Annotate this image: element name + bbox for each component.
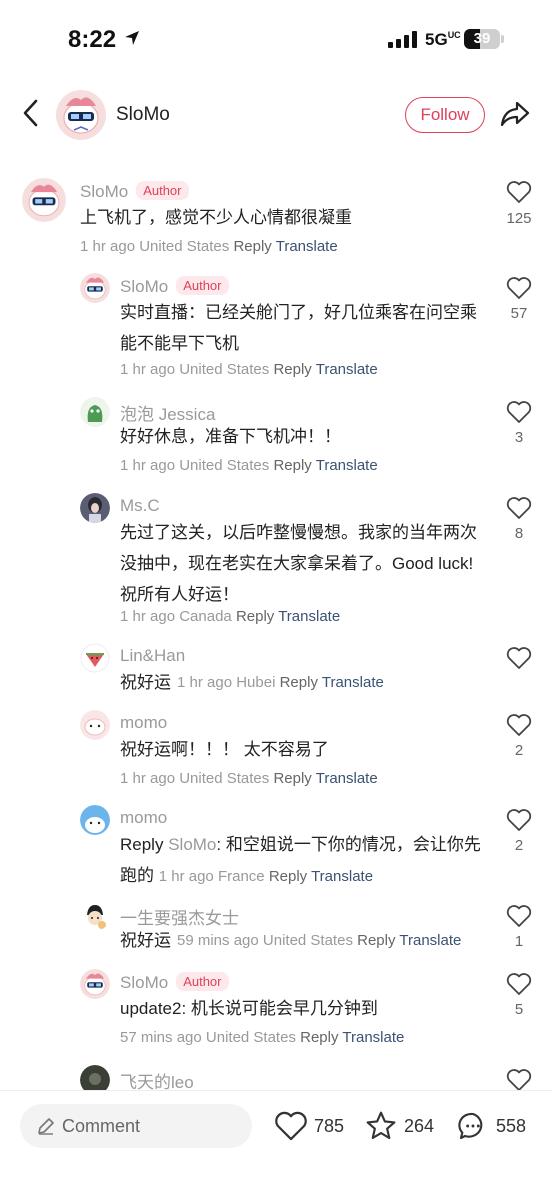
pen-icon (38, 1118, 54, 1135)
status-bar: 8:22 5GUC 39 (0, 0, 552, 80)
avatar[interactable] (80, 969, 110, 999)
heart-icon (275, 1111, 307, 1141)
comment-text: 实时直播：已经关舱门了，好几位乘客在问空乘能不能早下飞机 (120, 303, 477, 353)
heart-icon[interactable] (506, 646, 532, 670)
like-count: 1 (514, 933, 524, 950)
reply-link[interactable]: Reply (233, 238, 271, 255)
comment-total: 558 (496, 1115, 527, 1136)
heart-icon[interactable] (506, 904, 532, 928)
translate-link[interactable]: Translate (276, 238, 338, 255)
like-count: 2 (514, 742, 524, 759)
signal-icon (388, 31, 417, 48)
heart-icon[interactable] (506, 400, 532, 424)
star-icon (366, 1111, 396, 1140)
comment-text: 祝好运 (120, 673, 171, 692)
translate-link[interactable]: Translate (316, 361, 378, 378)
reply-link[interactable]: Reply (273, 770, 311, 787)
comment-meta: 1 hr ago United States Reply Translate (120, 361, 378, 378)
comment-meta: 1 hr ago United States Reply Translate (80, 238, 338, 255)
translate-link[interactable]: Translate (322, 674, 384, 691)
comment-text: 祝好运 (120, 931, 171, 950)
like-count: 3 (514, 429, 524, 446)
translate-link[interactable]: Translate (311, 868, 373, 885)
translate-link[interactable]: Translate (399, 932, 461, 949)
comment-author[interactable]: SloMo Author (80, 181, 189, 202)
avatar[interactable] (80, 493, 110, 523)
avatar[interactable] (80, 901, 110, 931)
author-badge: Author (176, 972, 229, 991)
comment-meta: 1 hr ago Canada Reply Translate (120, 608, 341, 625)
reply-link[interactable]: Reply (280, 674, 318, 691)
avatar[interactable] (80, 273, 110, 303)
comment-text: 好好休息，准备下飞机冲！！ (120, 427, 341, 446)
author-name[interactable]: SloMo (116, 104, 170, 126)
heart-icon[interactable] (506, 1068, 532, 1092)
bottom-bar: Comment 785 264 558 (0, 1090, 552, 1200)
location-arrow-icon (125, 31, 139, 45)
comment-text: update2: 机长说可能会早几分钟到 (120, 999, 378, 1018)
avatar[interactable] (80, 397, 110, 427)
reply-link[interactable]: Reply (273, 361, 311, 378)
comment-author[interactable]: SloMo Author (120, 972, 229, 993)
author-avatar[interactable] (56, 90, 106, 140)
comment-author[interactable]: momo (120, 713, 167, 733)
comment-meta: 1 hr ago Hubei Reply Translate (177, 674, 384, 691)
comment-text: 先过了这关，以后咋整慢慢想。我家的当年两次没抽中，现在老实在大家拿呆着了。Goo… (120, 523, 477, 604)
reply-link[interactable]: Reply (269, 868, 307, 885)
comment-placeholder: Comment (62, 1116, 141, 1136)
comment-author[interactable]: Lin&Han (120, 646, 185, 666)
heart-icon[interactable] (506, 713, 532, 737)
comment-meta: 1 hr ago United States Reply Translate (120, 770, 378, 787)
reply-link[interactable]: Reply (273, 457, 311, 474)
avatar[interactable] (80, 643, 110, 673)
like-count: 57 (510, 305, 528, 322)
comment-author[interactable]: momo (120, 808, 167, 828)
like-count: 5 (514, 1001, 524, 1018)
comment-meta: 1 hr ago United States Reply Translate (120, 457, 378, 474)
reply-link[interactable]: Reply (300, 1029, 338, 1046)
avatar[interactable] (80, 710, 110, 740)
heart-icon[interactable] (506, 808, 532, 832)
avatar[interactable] (80, 805, 110, 835)
share-icon[interactable] (500, 100, 530, 128)
network-label: 5GUC (425, 30, 461, 49)
heart-icon[interactable] (506, 496, 532, 520)
follow-button[interactable]: Follow (405, 97, 485, 133)
like-count: 8 (514, 525, 524, 542)
mentioned-user[interactable]: SloMo (168, 835, 216, 854)
favorite-button[interactable]: 264 (364, 1109, 434, 1143)
favorite-total: 264 (404, 1115, 435, 1136)
like-total: 785 (314, 1115, 345, 1136)
translate-link[interactable]: Translate (316, 457, 378, 474)
status-time: 8:22 (68, 26, 117, 53)
author-badge: Author (136, 181, 189, 200)
comments-button[interactable]: 558 (456, 1109, 526, 1143)
heart-icon[interactable] (506, 180, 532, 204)
comment-author[interactable]: SloMo Author (120, 276, 229, 297)
like-count: 125 (506, 210, 532, 227)
comment-text: 祝好运啊！！！ 太不容易了 (120, 740, 329, 759)
author-badge: Author (176, 276, 229, 295)
comment-text: Reply SloMo: 和空姐说一下你的情况，会让你先跑的 1 hr ago … (120, 835, 481, 885)
translate-link[interactable]: Translate (342, 1029, 404, 1046)
comment-text: 上飞机了，感觉不少人心情都很凝重 (80, 208, 352, 227)
translate-link[interactable]: Translate (316, 770, 378, 787)
comment-meta: 59 mins ago United States Reply Translat… (177, 932, 462, 949)
comment-input[interactable]: Comment (20, 1104, 252, 1148)
battery-icon: 39 (464, 29, 500, 49)
battery-level: 39 (473, 30, 491, 47)
heart-icon[interactable] (506, 276, 532, 300)
chat-bubble-icon (458, 1112, 483, 1140)
comment-author[interactable]: Ms.C (120, 496, 160, 516)
like-button[interactable]: 785 (274, 1109, 344, 1143)
post-header: SloMo Follow (0, 80, 552, 150)
reply-link[interactable]: Reply (236, 608, 274, 625)
reply-link[interactable]: Reply (357, 932, 395, 949)
back-icon[interactable] (20, 98, 42, 128)
like-count: 2 (514, 837, 524, 854)
translate-link[interactable]: Translate (278, 608, 340, 625)
comment-meta: 57 mins ago United States Reply Translat… (120, 1029, 405, 1046)
heart-icon[interactable] (506, 972, 532, 996)
avatar[interactable] (22, 178, 66, 222)
